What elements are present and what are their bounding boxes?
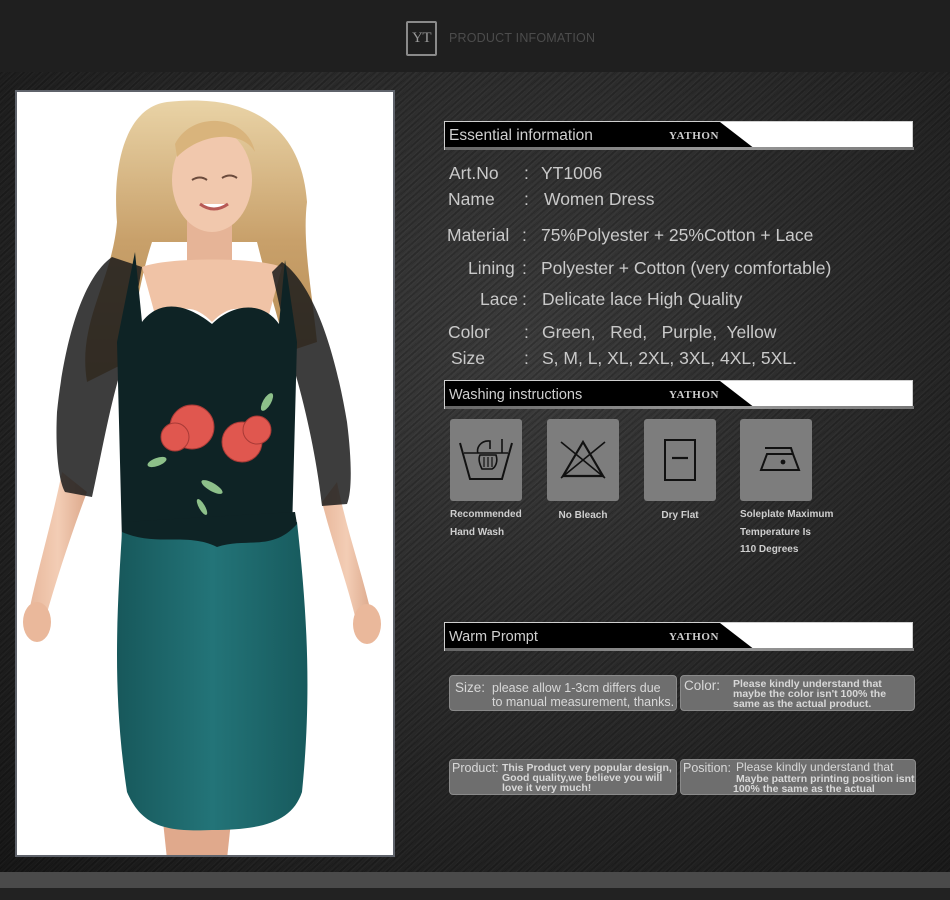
essential-info-header: Essential information YATHON <box>444 121 914 150</box>
wash-item-no-bleach: No Bleach <box>547 419 647 525</box>
info-separator: : <box>524 163 529 183</box>
wash-item-dry-flat: Dry Flat <box>644 419 744 525</box>
info-separator: : <box>522 225 527 245</box>
info-value: Women Dress <box>544 189 655 209</box>
brand-label: YATHON <box>669 631 720 643</box>
info-value: Delicate lace High Quality <box>542 289 743 309</box>
info-separator: : <box>524 189 529 209</box>
iron-low-icon <box>759 447 801 471</box>
prompt-text: same as the actual product. <box>733 698 872 710</box>
washing-header: Washing instructions YATHON <box>444 380 914 409</box>
prompt-text: Please kindly understand that <box>736 760 894 774</box>
prompt-size: Size: please allow 1-3cm differs due to … <box>449 675 677 711</box>
brand-logo: YT <box>406 21 437 56</box>
brand-logo-text: YT <box>412 30 432 46</box>
dry-flat-icon <box>664 439 696 481</box>
wash-caption: Dry Flat <box>661 510 699 521</box>
prompt-text: 100% the same as the actual product. <box>733 783 875 795</box>
wash-caption: No Bleach <box>558 510 608 521</box>
dress-skirt <box>117 522 308 831</box>
prompt-product: Product: This Product very popular desig… <box>449 759 677 795</box>
footer-strip <box>0 888 950 900</box>
essential-info-title: Essential information <box>449 127 593 144</box>
info-value: 75%Polyester + 25%Cotton + Lace <box>541 225 814 245</box>
product-photo <box>15 90 395 857</box>
info-value: S, M, L, XL, 2XL, 3XL, 4XL, 5XL. <box>542 348 797 368</box>
info-label: Lining <box>468 258 515 278</box>
info-separator: : <box>522 289 527 309</box>
info-label: Color <box>448 322 490 342</box>
info-value: Polyester + Cotton (very comfortable) <box>541 258 832 278</box>
hand-wash-icon <box>459 439 513 480</box>
header-band: YT PRODUCT INFOMATION <box>0 0 950 72</box>
wash-item-hand-wash: Recommended Hand Wash <box>450 419 550 541</box>
prompt-label: Position: <box>683 761 731 775</box>
info-value: YT1006 <box>541 163 603 183</box>
prompt-label: Color: <box>684 678 721 693</box>
info-separator: : <box>522 258 527 278</box>
header-title: PRODUCT INFOMATION <box>449 31 596 45</box>
prompt-position: Position: Please kindly understand that … <box>680 759 916 795</box>
info-label: Size <box>451 348 486 368</box>
brand-label: YATHON <box>669 389 720 401</box>
wash-caption: Recommended Hand Wash <box>450 509 522 538</box>
info-label: Name <box>448 189 495 209</box>
wash-caption: Soleplate Maximum Temperature Is 110 Deg… <box>740 509 834 555</box>
info-label: Lace <box>480 289 518 309</box>
brand-label: YATHON <box>669 130 720 142</box>
footer-bar <box>0 872 950 888</box>
prompt-text: to manual measurement, thanks. <box>492 695 675 709</box>
prompt-label: Product: <box>452 761 499 775</box>
info-value: Green, Red, Purple, Yellow <box>542 322 777 342</box>
info-label: Material <box>447 225 510 245</box>
washing-title: Washing instructions <box>449 387 583 403</box>
prompt-color: Color: Please kindly understand that may… <box>680 675 915 711</box>
prompt-label: Size: <box>455 680 486 695</box>
prompt-text: love it very much! <box>502 782 592 794</box>
warm-prompt-title: Warm Prompt <box>449 629 538 645</box>
info-label: Art.No <box>449 163 499 183</box>
no-bleach-icon <box>560 439 606 479</box>
prompt-text: please allow 1-3cm differs due <box>492 681 661 695</box>
info-separator: : <box>524 348 529 368</box>
model-illustration <box>23 100 381 855</box>
warm-prompt-header: Warm Prompt YATHON <box>444 622 914 651</box>
info-separator: : <box>524 322 529 342</box>
wash-item-iron: Soleplate Maximum Temperature Is 110 Deg… <box>740 419 850 559</box>
